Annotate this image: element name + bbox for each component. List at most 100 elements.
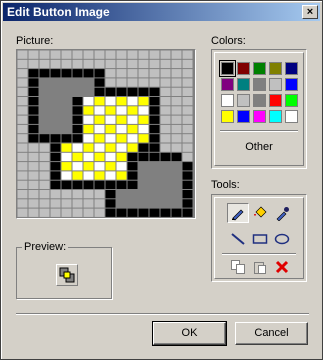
pixel-cell[interactable] xyxy=(105,124,116,134)
pixel-cell[interactable] xyxy=(149,115,160,124)
pixel-cell[interactable] xyxy=(182,106,193,115)
pixel-cell[interactable] xyxy=(28,152,39,162)
pixel-cell[interactable] xyxy=(94,199,105,208)
paste-tool[interactable] xyxy=(249,257,271,277)
color-swatch[interactable] xyxy=(237,78,250,91)
pixel-cell[interactable] xyxy=(17,190,28,199)
pixel-cell[interactable] xyxy=(17,171,28,180)
pixel-cell[interactable] xyxy=(28,50,39,59)
pixel-cell[interactable] xyxy=(149,87,160,96)
pixel-cell[interactable] xyxy=(61,190,72,199)
other-color-button[interactable]: Other xyxy=(216,134,302,162)
ellipse-tool[interactable] xyxy=(271,229,293,249)
pixel-cell[interactable] xyxy=(61,180,72,189)
pixel-cell[interactable] xyxy=(116,50,127,59)
pixel-cell[interactable] xyxy=(50,106,61,115)
pixel-cell[interactable] xyxy=(149,162,160,171)
cancel-button[interactable]: Cancel xyxy=(235,322,308,345)
pixel-cell[interactable] xyxy=(182,152,193,162)
pixel-cell[interactable] xyxy=(160,152,171,162)
pixel-cell[interactable] xyxy=(105,190,116,199)
pixel-cell[interactable] xyxy=(105,59,116,69)
pixel-cell[interactable] xyxy=(50,152,61,162)
pixel-cell[interactable] xyxy=(171,134,182,143)
pixel-cell[interactable] xyxy=(127,171,138,180)
pixel-cell[interactable] xyxy=(105,50,116,59)
pixel-cell[interactable] xyxy=(50,78,61,87)
pixel-cell[interactable] xyxy=(171,124,182,134)
pixel-cell[interactable] xyxy=(160,50,171,59)
pixel-cell[interactable] xyxy=(127,69,138,78)
pixel-cell[interactable] xyxy=(138,69,149,78)
pixel-cell[interactable] xyxy=(94,115,105,124)
pixel-cell[interactable] xyxy=(72,180,83,189)
pixel-cell[interactable] xyxy=(149,69,160,78)
fill-tool[interactable] xyxy=(249,203,271,223)
pixel-cell[interactable] xyxy=(116,171,127,180)
pixel-canvas[interactable] xyxy=(17,50,195,218)
pixel-cell[interactable] xyxy=(171,87,182,96)
pixel-cell[interactable] xyxy=(182,171,193,180)
pixel-cell[interactable] xyxy=(160,143,171,152)
pixel-cell[interactable] xyxy=(182,180,193,189)
pixel-cell[interactable] xyxy=(138,199,149,208)
pixel-cell[interactable] xyxy=(171,69,182,78)
pixel-cell[interactable] xyxy=(171,199,182,208)
ok-button[interactable]: OK xyxy=(152,321,227,346)
pixel-cell[interactable] xyxy=(127,134,138,143)
pixel-cell[interactable] xyxy=(171,50,182,59)
pixel-cell[interactable] xyxy=(17,162,28,171)
pixel-cell[interactable] xyxy=(127,199,138,208)
pixel-cell[interactable] xyxy=(160,162,171,171)
pixel-cell[interactable] xyxy=(138,134,149,143)
pixel-cell[interactable] xyxy=(149,134,160,143)
pixel-cell[interactable] xyxy=(116,190,127,199)
pixel-cell[interactable] xyxy=(17,124,28,134)
pixel-cell[interactable] xyxy=(182,124,193,134)
pixel-cell[interactable] xyxy=(127,115,138,124)
pixel-cell[interactable] xyxy=(83,97,94,106)
pixel-cell[interactable] xyxy=(149,190,160,199)
pixel-cell[interactable] xyxy=(83,124,94,134)
pixel-cell[interactable] xyxy=(17,180,28,189)
pixel-cell[interactable] xyxy=(149,199,160,208)
pixel-cell[interactable] xyxy=(182,199,193,208)
pixel-cell[interactable] xyxy=(94,190,105,199)
pixel-cell[interactable] xyxy=(149,59,160,69)
copy-tool[interactable] xyxy=(227,257,249,277)
pixel-cell[interactable] xyxy=(39,106,50,115)
pixel-cell[interactable] xyxy=(160,208,171,217)
pixel-cell[interactable] xyxy=(127,97,138,106)
pixel-cell[interactable] xyxy=(116,180,127,189)
pixel-cell[interactable] xyxy=(127,50,138,59)
pixel-cell[interactable] xyxy=(39,171,50,180)
color-swatch[interactable] xyxy=(237,62,250,75)
pixel-cell[interactable] xyxy=(61,78,72,87)
pixel-cell[interactable] xyxy=(61,106,72,115)
pixel-cell[interactable] xyxy=(72,143,83,152)
pixel-cell[interactable] xyxy=(50,180,61,189)
pixel-cell[interactable] xyxy=(28,208,39,217)
color-swatch[interactable] xyxy=(253,78,266,91)
pixel-cell[interactable] xyxy=(83,171,94,180)
pixel-cell[interactable] xyxy=(171,208,182,217)
pixel-cell[interactable] xyxy=(171,78,182,87)
color-swatch[interactable] xyxy=(221,78,234,91)
pixel-cell[interactable] xyxy=(83,69,94,78)
pixel-cell[interactable] xyxy=(182,208,193,217)
pixel-cell[interactable] xyxy=(171,180,182,189)
pixel-cell[interactable] xyxy=(94,59,105,69)
pixel-cell[interactable] xyxy=(160,134,171,143)
pixel-cell[interactable] xyxy=(182,87,193,96)
pixel-cell[interactable] xyxy=(72,208,83,217)
pixel-cell[interactable] xyxy=(138,190,149,199)
pixel-cell[interactable] xyxy=(39,152,50,162)
color-swatch[interactable] xyxy=(253,94,266,107)
pixel-cell[interactable] xyxy=(160,115,171,124)
eyedropper-tool[interactable] xyxy=(271,203,293,223)
pixel-cell[interactable] xyxy=(72,115,83,124)
pixel-cell[interactable] xyxy=(105,134,116,143)
pixel-cell[interactable] xyxy=(105,162,116,171)
pixel-cell[interactable] xyxy=(39,143,50,152)
pixel-cell[interactable] xyxy=(50,190,61,199)
